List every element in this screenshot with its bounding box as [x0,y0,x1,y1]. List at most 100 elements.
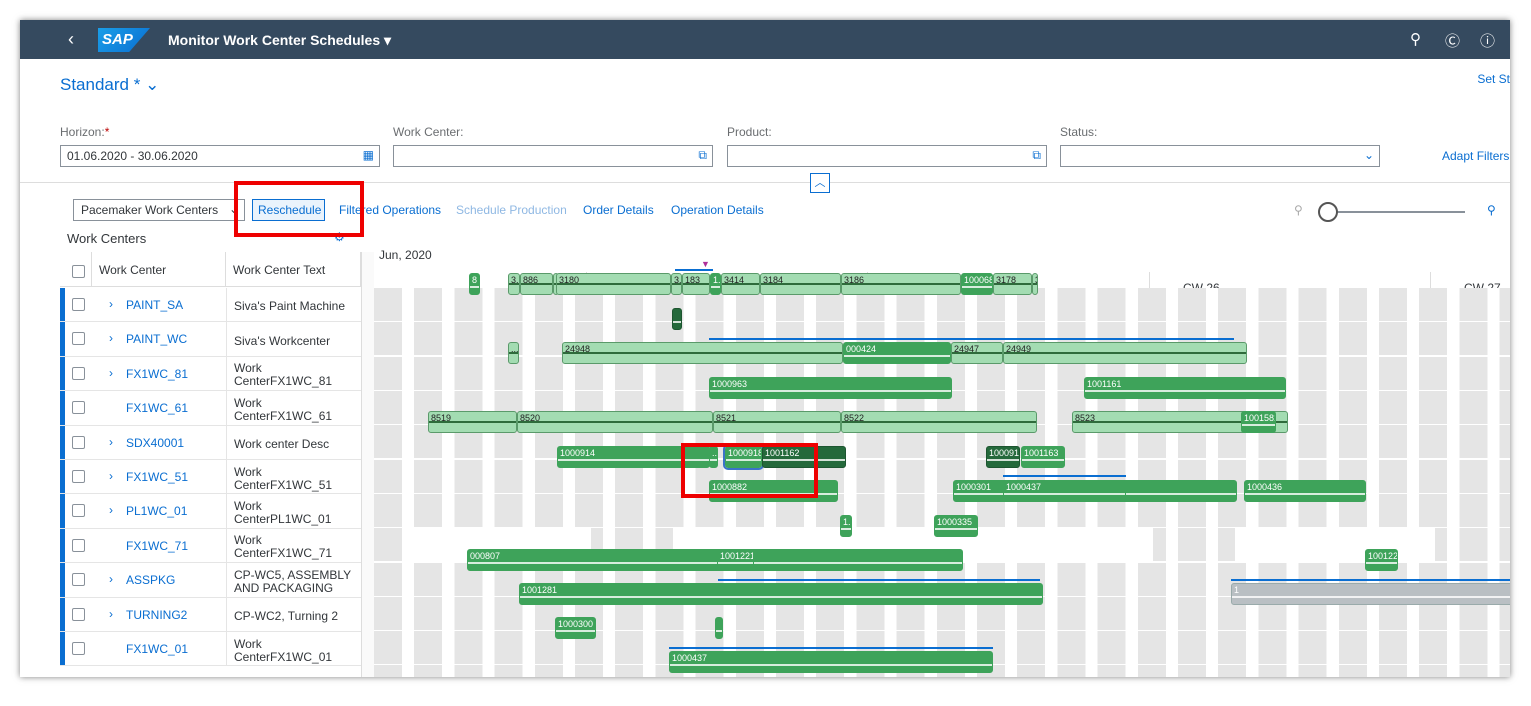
row-checkbox[interactable] [72,366,85,380]
operation-bar[interactable]: 886 [520,273,553,295]
row-checkbox[interactable] [72,332,85,346]
row-checkbox[interactable] [72,538,85,552]
expand-icon[interactable]: › [109,331,113,345]
work-center-link[interactable]: PAINT_SA [126,298,183,312]
table-row[interactable]: › FX1WC_81 Work CenterFX1WC_81 [60,356,361,392]
expand-icon[interactable]: › [109,503,113,517]
row-checkbox[interactable] [72,298,85,311]
operation-bar[interactable]: 000424 [843,342,951,364]
work-center-link[interactable]: PAINT_WC [126,332,187,346]
calendar-icon[interactable]: ▦ [363,148,374,162]
work-center-link[interactable]: FX1WC_61 [126,401,188,415]
operation-bar[interactable]: 24949 [1003,342,1247,364]
zoom-slider-handle[interactable] [1318,202,1338,222]
operation-bar[interactable]: 1001281 [519,583,1043,605]
table-row[interactable]: › TURNING2 CP-WC2, Turning 2 [60,597,361,632]
value-help-icon[interactable]: ⧉ [698,148,707,163]
operation-bar[interactable]: 8519 [428,411,517,433]
value-help-icon[interactable]: ⧉ [1032,148,1041,163]
expand-icon[interactable]: › [109,435,113,449]
operation-details-button[interactable]: Operation Details [671,203,764,217]
order-details-button[interactable]: Order Details [583,203,654,217]
table-row[interactable]: › PAINT_WC Siva's Workcenter [60,322,361,357]
operation-bar[interactable]: 000807 [467,549,963,571]
work-center-link[interactable]: ASSPKG [126,573,175,587]
help-icon[interactable]: ⓘ [1480,30,1495,51]
operation-bar[interactable]: 3414 [721,273,760,295]
work-center-link[interactable]: SDX40001 [126,436,184,450]
operation-bar[interactable]: 1001223 [1365,549,1398,571]
operation-bar[interactable]: 1001163 [1021,446,1065,468]
operation-bar[interactable]: 8 [469,273,480,295]
table-row[interactable]: › PAINT_SA Siva's Paint Machine [60,288,361,323]
zoom-slider[interactable] [1323,211,1465,213]
expand-icon[interactable]: › [109,297,113,311]
operation-bar[interactable]: 1000963 [709,377,952,399]
work-center-link[interactable]: FX1WC_01 [126,642,188,656]
splitter[interactable] [361,252,374,677]
search-icon[interactable]: ⚲ [1410,30,1421,48]
column-header-work-center-text[interactable]: Work Center Text [226,252,361,287]
row-checkbox[interactable] [72,642,85,655]
select-all-checkbox[interactable] [72,265,85,278]
row-checkbox[interactable] [72,573,85,587]
operation-bar[interactable]: ... [508,342,519,364]
table-row[interactable]: › SDX40001 Work center Desc [60,425,361,460]
work-center-link[interactable]: PL1WC_01 [126,504,187,518]
operation-bar[interactable]: 3... [671,273,682,295]
operation-bar[interactable]: 1000335 [934,515,978,537]
operation-bar[interactable]: 1... [840,515,852,537]
app-title-menu[interactable]: Monitor Work Center Schedules ▾ [168,32,391,49]
operation-bar[interactable]: 24948 [562,342,843,364]
operation-bar[interactable]: 3184 [760,273,841,295]
operation-bar[interactable]: 1001581 [1241,411,1276,433]
work-center-field[interactable]: ⧉ [393,145,713,167]
operation-bar[interactable]: 1000686 [961,273,993,295]
operation-bar[interactable]: 1001221 [717,549,754,571]
work-center-link[interactable]: TURNING2 [126,608,187,622]
operation-bar[interactable]: 1000436 [1244,480,1366,502]
table-row[interactable]: FX1WC_71 Work CenterFX1WC_71 [60,528,361,564]
operation-bar[interactable]: 3 [1032,273,1038,295]
row-checkbox[interactable] [72,401,85,415]
operation-bar[interactable]: 3178 [993,273,1032,295]
operation-bar[interactable]: 1 [1231,583,1510,605]
work-center-link[interactable]: FX1WC_81 [126,367,188,381]
row-checkbox[interactable] [72,435,85,449]
column-header-work-center[interactable]: Work Center [92,252,226,287]
operation-bar[interactable]: 1000437 [669,651,993,673]
operation-bar[interactable]: 1000300 [555,617,596,639]
operation-bar[interactable]: 8522 [841,411,1037,433]
variant-selector[interactable]: Standard * ⌄ [60,75,159,95]
operation-bar[interactable]: 183 [682,273,710,295]
expand-icon[interactable]: › [109,469,113,483]
schedule-production-button[interactable]: Schedule Production [456,203,567,217]
status-select[interactable]: ⌄ [1060,145,1380,167]
operation-bar[interactable]: 24947 [951,342,1003,364]
product-field[interactable]: ⧉ [727,145,1047,167]
operation-bar[interactable]: 1... [710,273,721,295]
operation-bar[interactable]: 1001161 [1084,377,1286,399]
operation-bar[interactable]: 8520 [517,411,713,433]
table-row[interactable]: › FX1WC_51 Work CenterFX1WC_51 [60,460,361,495]
collapse-header-button[interactable]: ︿ [810,173,830,193]
adapt-filters-button[interactable]: Adapt Filters [1442,149,1509,163]
row-checkbox[interactable] [72,607,85,621]
back-icon[interactable]: ‹ [68,29,74,50]
horizon-field[interactable]: 01.06.2020 - 30.06.2020 ▦ [60,145,380,167]
notifications-icon[interactable]: Ⓒ [1445,30,1460,51]
operation-bar[interactable]: 3180 [556,273,671,295]
zoom-in-icon[interactable]: ⚲ [1487,203,1496,217]
work-center-link[interactable]: FX1WC_71 [126,539,188,553]
operation-bar[interactable] [672,308,682,330]
view-select[interactable]: Pacemaker Work Centers ⌄ [73,199,245,221]
zoom-out-icon[interactable]: ⚲ [1294,203,1303,217]
operation-bar[interactable]: 3... [508,273,520,295]
table-row[interactable]: FX1WC_01 Work CenterFX1WC_01 [60,632,361,667]
operation-bar[interactable]: 8521 [713,411,841,433]
table-row[interactable]: FX1WC_61 Work CenterFX1WC_61 [60,391,361,426]
row-checkbox[interactable] [72,470,85,483]
table-row[interactable]: › PL1WC_01 Work CenterPL1WC_01 [60,494,361,529]
expand-icon[interactable]: › [109,607,113,621]
work-center-link[interactable]: FX1WC_51 [126,470,188,484]
